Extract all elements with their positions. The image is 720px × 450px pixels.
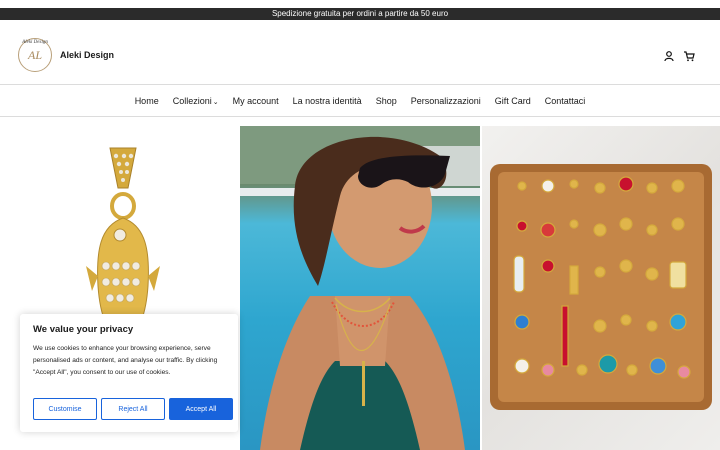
brand-logo[interactable]: Aleki Design AL bbox=[18, 38, 52, 72]
reject-all-button[interactable]: Reject All bbox=[101, 398, 165, 420]
nav-item-collezioni[interactable]: Collezioni⌄ bbox=[166, 96, 226, 106]
nav-item-identita[interactable]: La nostra identità bbox=[286, 96, 369, 106]
brand-name[interactable]: Aleki Design bbox=[60, 50, 114, 60]
cookie-consent-banner: We value your privacy We use cookies to … bbox=[20, 314, 238, 432]
cart-icon[interactable] bbox=[683, 49, 695, 62]
nav-item-personalizzazioni[interactable]: Personalizzazioni bbox=[404, 96, 488, 106]
nav-item-shop[interactable]: Shop bbox=[369, 96, 404, 106]
customise-button[interactable]: Customise bbox=[33, 398, 97, 420]
cookie-title: We value your privacy bbox=[33, 324, 134, 335]
site-header: Aleki Design AL Aleki Design bbox=[0, 24, 720, 86]
charms-tray-image[interactable] bbox=[482, 126, 720, 450]
nav-item-my-account[interactable]: My account bbox=[226, 96, 286, 106]
logo-ring-text: Aleki Design bbox=[22, 40, 48, 45]
main-navigation: Home Collezioni⌄ My account La nostra id… bbox=[0, 84, 720, 117]
cookie-body: We use cookies to enhance your browsing … bbox=[33, 345, 218, 376]
nav-item-home[interactable]: Home bbox=[128, 96, 166, 106]
announcement-text: Spedizione gratuita per ordini a partire… bbox=[271, 9, 449, 18]
model-with-necklaces-image[interactable] bbox=[240, 126, 480, 450]
logo-monogram: AL bbox=[27, 47, 42, 62]
chevron-down-icon: ⌄ bbox=[212, 98, 219, 106]
nav-item-gift-card[interactable]: Gift Card bbox=[488, 96, 538, 106]
account-icon[interactable] bbox=[663, 49, 675, 62]
nav-item-contattaci[interactable]: Contattaci bbox=[538, 96, 593, 106]
announcement-bar: Spedizione gratuita per ordini a partire… bbox=[0, 8, 720, 20]
accept-all-button[interactable]: Accept All bbox=[169, 398, 233, 420]
